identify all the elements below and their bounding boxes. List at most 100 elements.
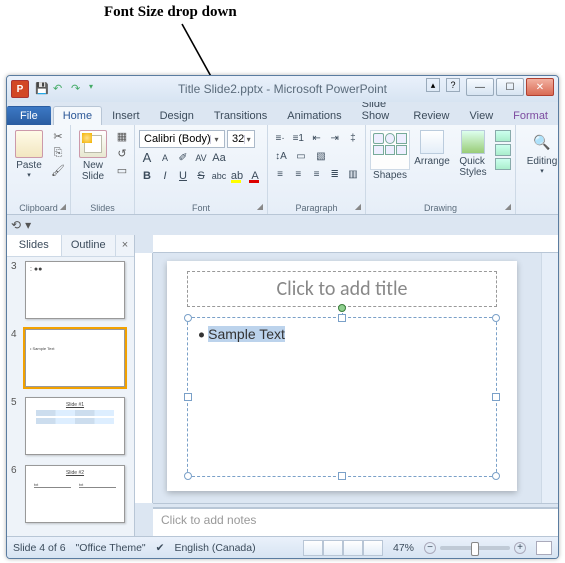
format-painter-icon[interactable]: 🖌: [50, 164, 66, 178]
slide-canvas[interactable]: Click to add title: [153, 253, 541, 503]
resize-handle-s[interactable]: [338, 472, 346, 480]
zoom-level[interactable]: 47%: [393, 542, 414, 554]
thumb-tab-slides[interactable]: Slides: [7, 235, 62, 256]
title-placeholder[interactable]: Click to add title: [187, 271, 497, 307]
underline-button[interactable]: U: [175, 168, 191, 184]
slideshow-view-button[interactable]: [363, 540, 383, 556]
resize-handle-ne[interactable]: [492, 314, 500, 322]
copy-icon[interactable]: ⎘: [50, 147, 66, 161]
fit-to-window-button[interactable]: [536, 541, 552, 555]
thumbnail-4[interactable]: 4 • Sample Text: [11, 329, 130, 387]
align-text-button[interactable]: ▭: [292, 148, 310, 164]
redo-icon[interactable]: ↷: [71, 82, 85, 96]
dec-indent-button[interactable]: ⇤: [308, 130, 324, 146]
zoom-in-button[interactable]: +: [514, 542, 526, 554]
highlight-button[interactable]: ab: [229, 168, 245, 184]
rotate-handle-icon[interactable]: [338, 304, 346, 312]
content-text[interactable]: • Sample Text: [198, 326, 285, 343]
minimize-button[interactable]: —: [466, 78, 494, 96]
resize-handle-e[interactable]: [492, 393, 500, 401]
align-center-button[interactable]: ≡: [290, 166, 306, 182]
arrange-button[interactable]: Arrange: [413, 128, 451, 167]
next-slide-icon[interactable]: ▾: [25, 218, 31, 232]
maximize-button[interactable]: ☐: [496, 78, 524, 96]
tab-format[interactable]: Format: [503, 106, 558, 125]
convert-smartart-button[interactable]: ▧: [312, 148, 330, 164]
clear-format-button[interactable]: ✐: [175, 150, 191, 166]
grow-font-button[interactable]: A: [139, 150, 155, 166]
reset-icon[interactable]: ↺: [114, 147, 130, 161]
font-size-dropdown-icon[interactable]: ▾: [244, 135, 252, 144]
align-left-button[interactable]: ≡: [272, 166, 288, 182]
status-theme[interactable]: "Office Theme": [76, 542, 146, 554]
save-icon[interactable]: 💾: [35, 82, 49, 96]
zoom-out-button[interactable]: −: [424, 542, 436, 554]
char-spacing-button[interactable]: AV: [193, 150, 209, 166]
powerpoint-icon[interactable]: P: [11, 80, 29, 98]
resize-handle-sw[interactable]: [184, 472, 192, 480]
quick-styles-button[interactable]: Quick Styles: [454, 128, 492, 178]
font-name-combo[interactable]: Calibri (Body) ▾: [139, 130, 225, 148]
horizontal-ruler[interactable]: [153, 235, 558, 253]
thumbnail-6[interactable]: 6 Slide #2txttxt: [11, 465, 130, 523]
resize-handle-n[interactable]: [338, 314, 346, 322]
font-size-combo[interactable]: 32 ▾: [227, 130, 255, 148]
new-slide-button[interactable]: New Slide: [75, 128, 111, 182]
resize-handle-se[interactable]: [492, 472, 500, 480]
change-case-button[interactable]: Aa: [211, 150, 227, 166]
bullets-button[interactable]: ≡·: [272, 130, 288, 146]
content-placeholder[interactable]: • Sample Text: [187, 317, 497, 477]
chevron-down-icon[interactable]: ▾: [210, 135, 222, 144]
tab-design[interactable]: Design: [150, 106, 204, 125]
layout-icon[interactable]: ▦: [114, 130, 130, 144]
tab-transitions[interactable]: Transitions: [204, 106, 277, 125]
status-slide[interactable]: Slide 4 of 6: [13, 542, 66, 554]
normal-view-button[interactable]: [303, 540, 323, 556]
zoom-slider[interactable]: [440, 546, 510, 550]
ribbon-minimize-icon[interactable]: ▴: [426, 78, 440, 92]
help-icon[interactable]: ?: [446, 78, 460, 92]
status-spellcheck-icon[interactable]: ✔: [156, 542, 165, 554]
thumb-tab-outline[interactable]: Outline: [62, 235, 117, 256]
bold-button[interactable]: B: [139, 168, 155, 184]
thumbnail-3[interactable]: 3 : ●●: [11, 261, 130, 319]
close-button[interactable]: ✕: [526, 78, 554, 96]
qat-dropdown-icon[interactable]: ▾: [89, 82, 103, 96]
tab-review[interactable]: Review: [403, 106, 459, 125]
shapes-button[interactable]: Shapes: [370, 128, 410, 181]
shrink-font-button[interactable]: A: [157, 150, 173, 166]
justify-button[interactable]: ≣: [327, 166, 343, 182]
thumb-close-icon[interactable]: ×: [116, 235, 134, 256]
tab-animations[interactable]: Animations: [277, 106, 351, 125]
shape-fill-icon[interactable]: [495, 130, 511, 142]
tab-home[interactable]: Home: [53, 106, 102, 125]
strike-button[interactable]: S: [193, 168, 209, 184]
reading-view-button[interactable]: [343, 540, 363, 556]
text-direction-button[interactable]: ↕A: [272, 148, 290, 164]
prev-slide-icon[interactable]: ⟲: [11, 218, 21, 232]
font-color-button[interactable]: A: [247, 168, 263, 184]
shape-outline-icon[interactable]: [495, 144, 511, 156]
notes-pane[interactable]: Click to add notes: [153, 508, 558, 536]
cut-icon[interactable]: ✂: [50, 130, 66, 144]
vertical-ruler[interactable]: [135, 253, 153, 503]
tab-file[interactable]: File: [7, 106, 51, 125]
italic-button[interactable]: I: [157, 168, 173, 184]
status-language[interactable]: English (Canada): [174, 542, 255, 554]
numbering-button[interactable]: ≡1: [290, 130, 306, 146]
columns-button[interactable]: ▥: [345, 166, 361, 182]
resize-handle-w[interactable]: [184, 393, 192, 401]
thumbnail-list[interactable]: 3 : ●● 4 • Sample Text 5 Slide #1 6 Slid…: [7, 257, 134, 536]
paste-button[interactable]: Paste ▾: [11, 128, 47, 179]
sorter-view-button[interactable]: [323, 540, 343, 556]
shadow-button[interactable]: abc: [211, 168, 227, 184]
undo-icon[interactable]: ↶: [53, 82, 67, 96]
tab-view[interactable]: View: [460, 106, 504, 125]
editing-button[interactable]: Editing ▾: [520, 128, 559, 175]
line-spacing-button[interactable]: ‡: [345, 130, 361, 146]
align-right-button[interactable]: ≡: [308, 166, 324, 182]
thumbnail-5[interactable]: 5 Slide #1: [11, 397, 130, 455]
resize-handle-nw[interactable]: [184, 314, 192, 322]
tab-insert[interactable]: Insert: [102, 106, 150, 125]
inc-indent-button[interactable]: ⇥: [327, 130, 343, 146]
